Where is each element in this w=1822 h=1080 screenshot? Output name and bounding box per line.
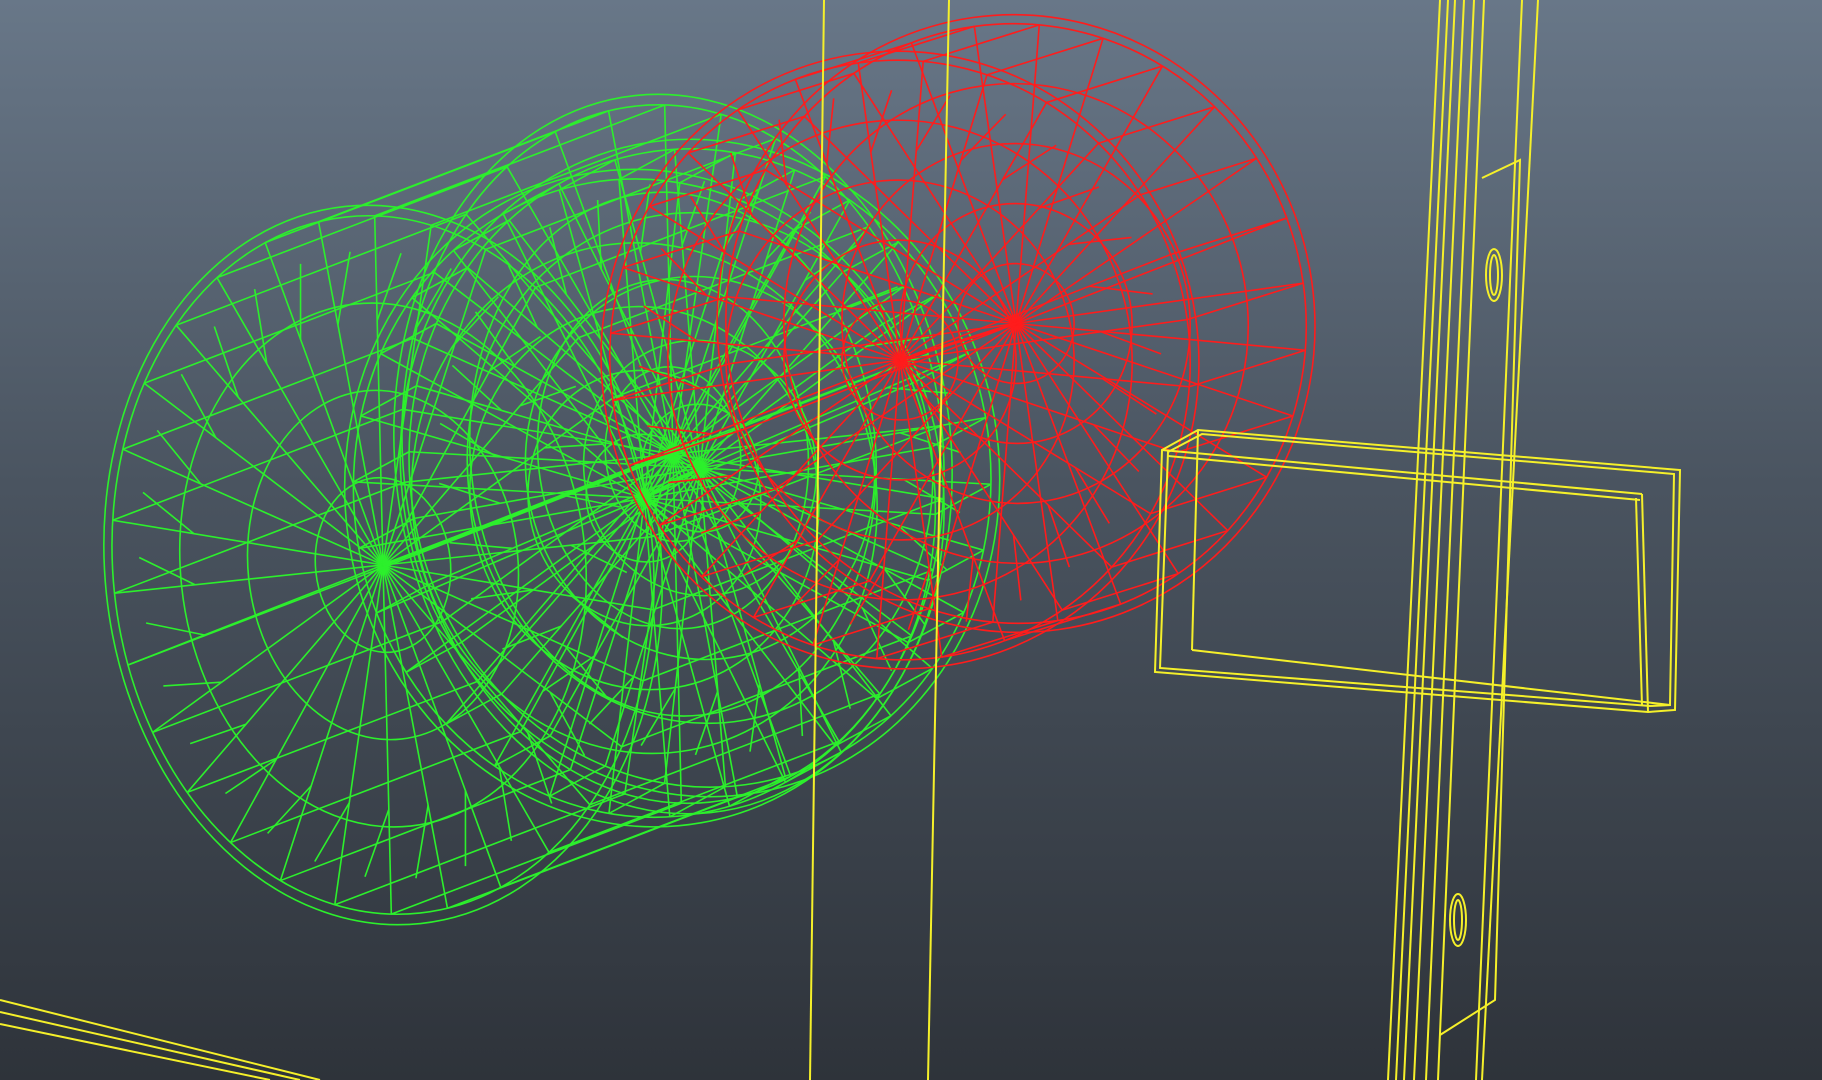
yellow-frame-post[interactable] [1387,0,1539,1080]
yellow-floor-edge[interactable] [0,999,321,1080]
yellow-axle-rod-left[interactable] [809,0,825,1080]
3d-viewport[interactable] [0,0,1822,1080]
wireframe-scene[interactable] [0,0,1822,1080]
